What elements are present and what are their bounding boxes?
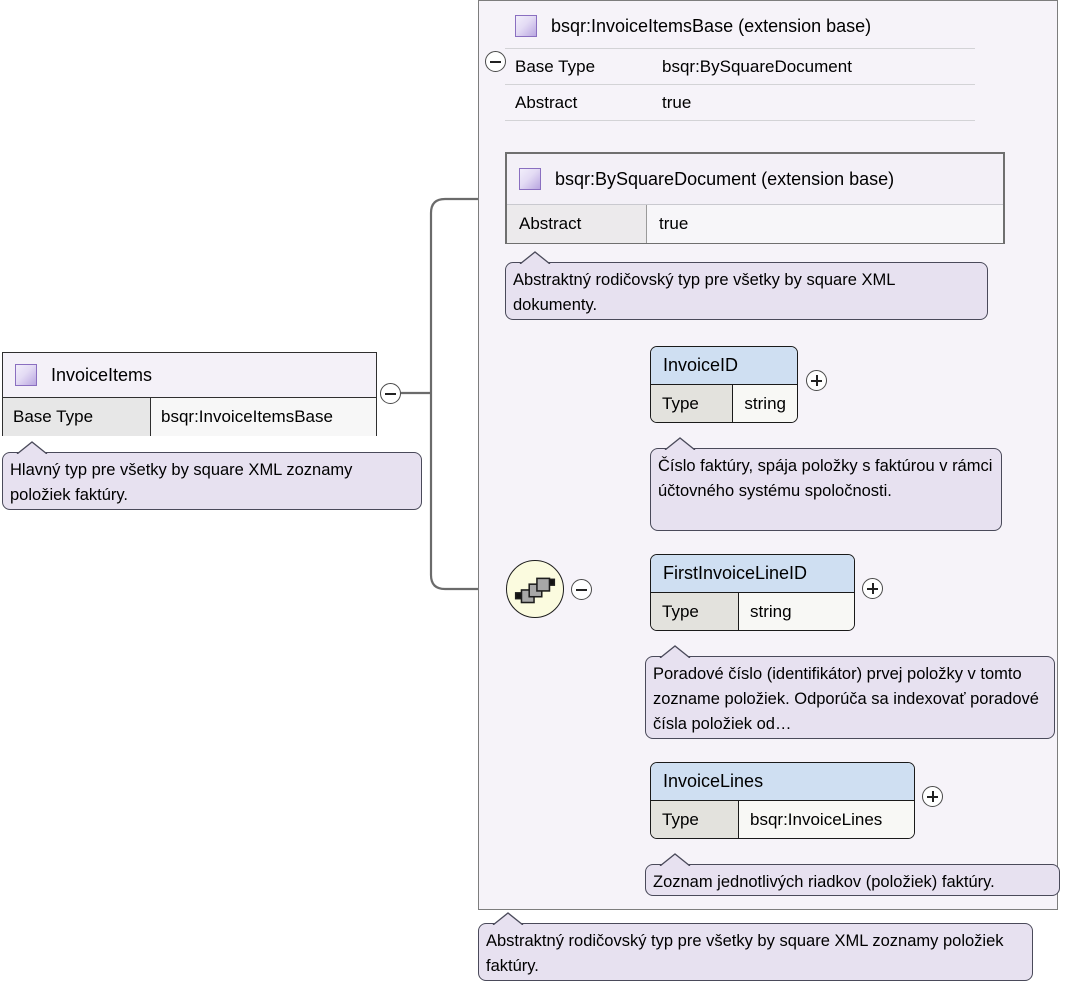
element-name: FirstInvoiceLineID [651, 555, 854, 593]
row-key: Base Type [3, 398, 151, 436]
row-value: true [662, 92, 692, 112]
sequence-icon[interactable] [506, 560, 564, 618]
element-firstinvoicelineid[interactable]: FirstInvoiceLineID Type string [650, 554, 855, 631]
annotation-text: Hlavný typ pre všetky by square XML zozn… [10, 461, 353, 504]
annotation-invoiceitemsbase: Abstraktný rodičovský typ pre všetky by … [478, 912, 1033, 981]
element-expand-toggle-invoicelines[interactable] [922, 786, 943, 807]
extension-base-bysquaredocument: bsqr:BySquareDocument (extension base) A… [505, 152, 1005, 244]
annotation-invoicelines: Zoznam jednotlivých riadkov (položiek) f… [645, 853, 1060, 896]
table-row: Type string [651, 385, 797, 422]
extension-base-title-row: bsqr:BySquareDocument (extension base) [507, 154, 1003, 205]
extension-base-invoiceitemsbase: bsqr:InvoiceItemsBase (extension base) B… [505, 4, 975, 122]
root-type-invoiceitems: InvoiceItems Base Type bsqr:InvoiceItems… [2, 352, 377, 436]
extension-base-title: bsqr:InvoiceItemsBase (extension base) [551, 15, 872, 36]
annotation-firstinvoicelineid: Poradové číslo (identifikátor) prvej pol… [645, 645, 1055, 739]
annotation-text: Abstraktný rodičovský typ pre všetky by … [486, 932, 1004, 975]
row-value: bsqr:InvoiceItemsBase [151, 398, 376, 436]
complex-type-icon [15, 364, 37, 386]
annotation-invoiceid: Číslo faktúry, spája položky s faktúrou … [650, 437, 1002, 531]
element-invoiceid[interactable]: InvoiceID Type string [650, 346, 798, 423]
row-key: Base Type [515, 56, 596, 76]
extension-base-title-row: bsqr:InvoiceItemsBase (extension base) [505, 4, 975, 49]
element-expand-toggle-invoiceid[interactable] [806, 370, 827, 391]
schema-diagram: bsqr:InvoiceItemsBase (extension base) B… [0, 0, 1086, 987]
root-collapse-toggle[interactable] [380, 383, 401, 404]
table-row: Type string [651, 593, 854, 630]
annotation-text: Číslo faktúry, spája položky s faktúrou … [658, 457, 993, 500]
annotation-invoiceitems: Hlavný typ pre všetky by square XML zozn… [2, 441, 422, 510]
row-value: string [739, 593, 854, 630]
annotation-text: Poradové číslo (identifikátor) prvej pol… [653, 665, 1039, 733]
annotation-bysquaredocument: Abstraktný rodičovský typ pre všetky by … [505, 251, 988, 320]
annotation-text: Zoznam jednotlivých riadkov (položiek) f… [653, 873, 995, 891]
element-expand-toggle-firstinvoicelineid[interactable] [862, 578, 883, 599]
row-value: string [733, 385, 797, 422]
row-key: Type [651, 385, 734, 422]
row-value: bsqr:InvoiceLines [739, 801, 914, 838]
row-value: true [647, 205, 1003, 243]
sequence-collapse-toggle[interactable] [571, 579, 592, 600]
row-key: Abstract [507, 205, 647, 243]
complex-type-icon [515, 15, 537, 37]
extension-base-title: bsqr:BySquareDocument (extension base) [555, 168, 895, 189]
root-type-title-row: InvoiceItems [3, 353, 376, 398]
row-key: Type [651, 593, 739, 630]
extension-base-collapse-toggle[interactable] [485, 51, 506, 72]
complex-type-icon [519, 168, 541, 190]
row-key: Abstract [515, 92, 578, 112]
row-key: Type [651, 801, 739, 838]
table-row: Abstract true [505, 85, 975, 121]
table-row: Type bsqr:InvoiceLines [651, 801, 914, 838]
element-invoicelines[interactable]: InvoiceLines Type bsqr:InvoiceLines [650, 762, 915, 839]
table-row: Base Type bsqr:InvoiceItemsBase [3, 398, 376, 436]
element-name: InvoiceID [651, 347, 797, 385]
root-type-title: InvoiceItems [51, 364, 153, 385]
table-row: Base Type bsqr:BySquareDocument [505, 49, 975, 85]
table-row: Abstract true [507, 205, 1003, 243]
annotation-text: Abstraktný rodičovský typ pre všetky by … [513, 271, 895, 314]
row-value: bsqr:BySquareDocument [662, 56, 852, 76]
element-name: InvoiceLines [651, 763, 914, 801]
